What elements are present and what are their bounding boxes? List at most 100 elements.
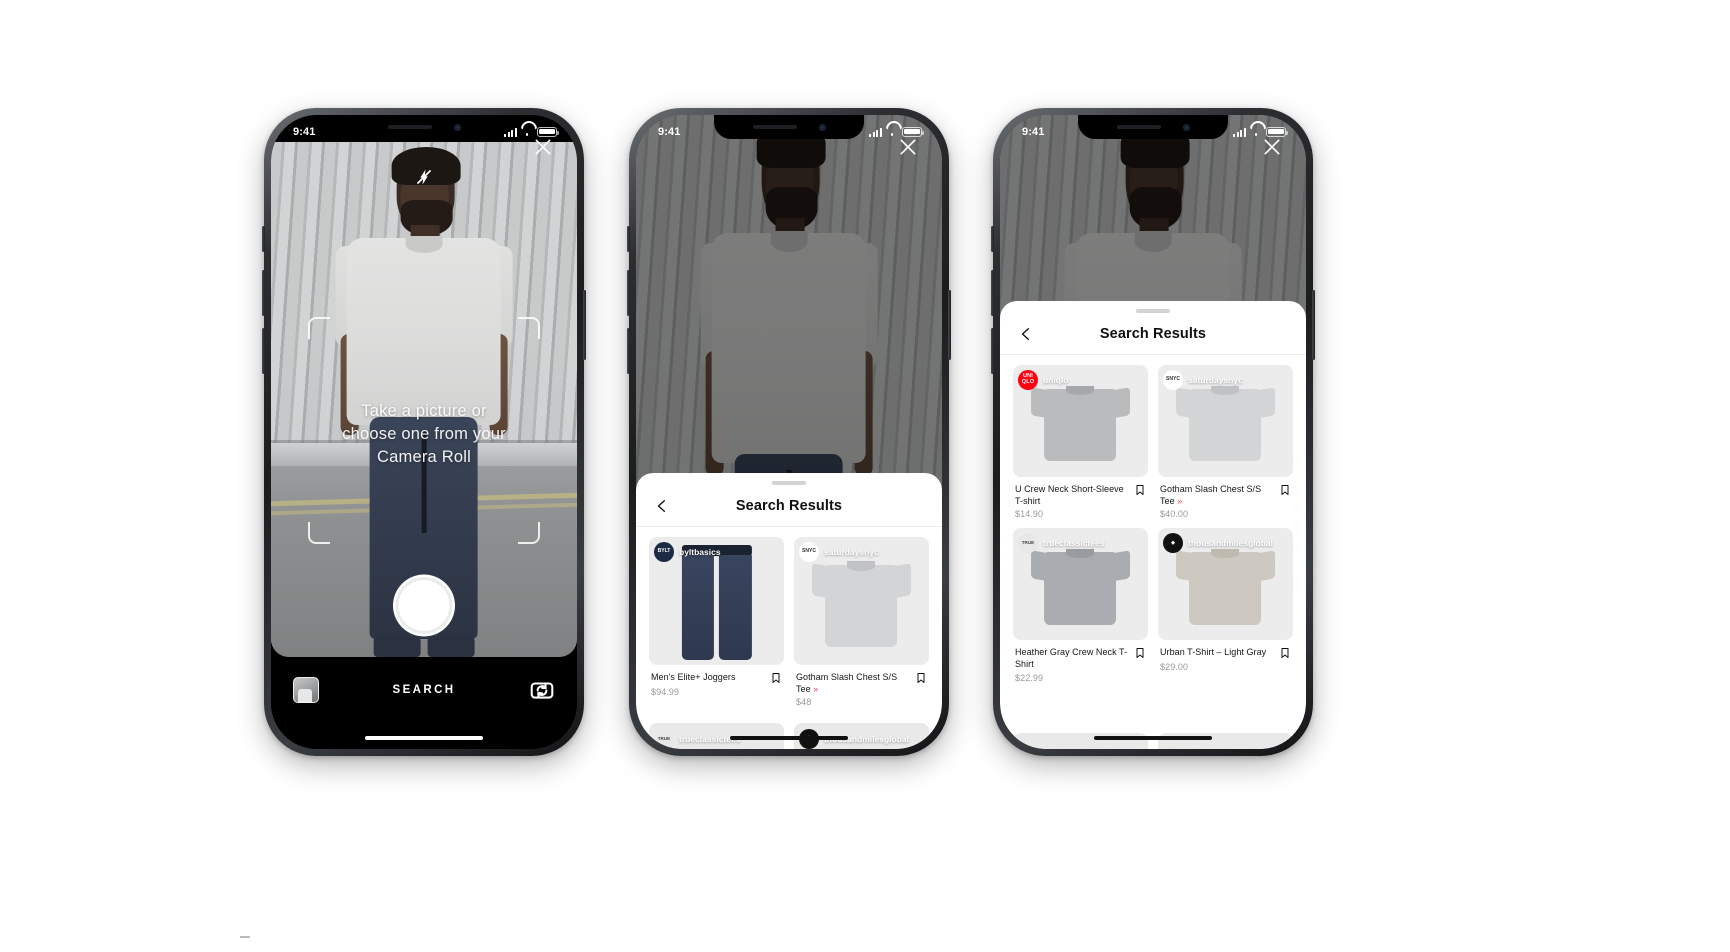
wifi-icon	[1250, 128, 1262, 137]
phone-mockup-results-half: Search Results BYLT byltbasics Men's Eli…	[627, 108, 951, 756]
front-camera	[818, 123, 826, 131]
product-image[interactable]: TRUE trueclassictees	[1013, 528, 1148, 641]
product-image[interactable]: UNI QLO uniqlo	[1013, 365, 1148, 477]
flash-icon[interactable]	[411, 164, 437, 190]
product-image[interactable]: BYLT byltbasics	[649, 537, 784, 665]
product-silhouette	[1030, 383, 1131, 462]
cellular-signal-icon	[1232, 127, 1246, 137]
product-price: $40.00	[1160, 509, 1189, 520]
volume-down-button[interactable]	[627, 328, 630, 374]
product-title-text: Gotham Slash Chest S/S Tee	[796, 672, 898, 695]
product-meta: Urban T-Shirt – Light Gray	[1158, 640, 1293, 660]
brand-badge[interactable]: SNYC saturdaysnyc	[1163, 370, 1243, 390]
gallery-thumbnail-icon[interactable]	[293, 677, 319, 703]
product-meta: Gotham Slash Chest S/S Tee »	[794, 665, 929, 695]
brand-badge[interactable]: ◈ thousandmilesglobal	[1163, 533, 1274, 554]
sheet-header: Search Results	[636, 485, 942, 527]
product-image[interactable]: SNYC saturdaysnyc	[1158, 365, 1293, 477]
hint-line-3: Camera Roll	[377, 448, 471, 467]
volume-down-button[interactable]	[991, 328, 994, 374]
product-grid[interactable]: BYLT byltbasics Men's Elite+ Joggers $94…	[636, 527, 942, 714]
brand-logo-icon: ◈	[1163, 533, 1183, 554]
status-time: 9:41	[1022, 125, 1045, 138]
brand-badge[interactable]: SNYC saturdaysnyc	[799, 542, 879, 562]
product-price: $48	[796, 697, 812, 708]
volume-up-button[interactable]	[627, 270, 630, 316]
status-time: 9:41	[293, 125, 316, 138]
status-indicators	[1232, 126, 1288, 137]
brand-name: uniqlo	[1043, 375, 1069, 385]
status-indicators	[503, 126, 559, 137]
brand-badge[interactable]: TRUE trueclassictees	[1018, 533, 1104, 554]
shutter-button[interactable]	[398, 580, 450, 631]
brand-logo-icon: TRUE	[654, 729, 674, 749]
product-silhouette	[1030, 546, 1131, 625]
page-title: Search Results	[1099, 325, 1207, 342]
cellular-signal-icon	[503, 127, 517, 137]
wifi-icon	[521, 128, 533, 137]
mute-switch[interactable]	[262, 226, 265, 252]
bookmark-icon[interactable]	[1134, 646, 1146, 660]
product-grid[interactable]: UNI QLO uniqlo U Crew Neck Short-Sleeve …	[1000, 355, 1306, 726]
earpiece-speaker	[1116, 125, 1161, 129]
product-card[interactable]: UNI QLO uniqlo U Crew Neck Short-Sleeve …	[1013, 365, 1148, 519]
device-notch	[1078, 115, 1228, 139]
camera-viewport[interactable]: Take a picture or choose one from your C…	[271, 142, 577, 657]
chevron-badge-icon: »	[813, 684, 818, 695]
home-indicator[interactable]	[1094, 736, 1212, 740]
volume-up-button[interactable]	[262, 270, 265, 316]
product-meta: Men's Elite+ Joggers	[649, 665, 784, 685]
product-card[interactable]: BYLT byltbasics Men's Elite+ Joggers $94…	[649, 537, 784, 707]
product-image[interactable]: ◈ thousandmilesglobal	[1158, 528, 1293, 641]
product-silhouette	[811, 557, 912, 648]
product-title: Heather Gray Crew Neck T-Shirt	[1015, 646, 1129, 670]
brand-badge[interactable]: UNI QLO uniqlo	[1018, 370, 1069, 390]
home-indicator[interactable]	[730, 736, 848, 740]
back-chevron-icon[interactable]	[1016, 324, 1036, 344]
power-button[interactable]	[1312, 290, 1315, 360]
brand-name: thousandmilesglobal	[1188, 538, 1274, 549]
product-card[interactable]: TRUE trueclassictees Heather Gray Crew N…	[1013, 528, 1148, 683]
product-card[interactable]: SNYC saturdaysnyc Gotham Slash Chest S/S…	[794, 537, 929, 707]
product-title: U Crew Neck Short-Sleeve T-shirt	[1015, 483, 1129, 507]
camera-flip-icon[interactable]	[529, 677, 555, 703]
status-time: 9:41	[658, 125, 681, 138]
product-image[interactable]: SNYC saturdaysnyc	[794, 537, 929, 665]
product-title-text: U Crew Neck Short-Sleeve T-shirt	[1015, 484, 1124, 507]
product-price: $94.99	[651, 687, 680, 697]
home-indicator[interactable]	[365, 736, 483, 740]
product-title-text: Heather Gray Crew Neck T-Shirt	[1015, 647, 1128, 670]
search-button[interactable]: SEARCH	[393, 684, 456, 696]
bookmark-icon[interactable]	[1279, 646, 1291, 660]
page-artifact-mark	[240, 936, 250, 938]
brand-badge[interactable]: TRUE trueclassictees	[654, 729, 740, 749]
volume-up-button[interactable]	[991, 270, 994, 316]
search-results-sheet[interactable]: Search Results UNI QLO uniqlo U Crew Nec…	[1000, 301, 1306, 749]
product-card[interactable]: SNYC saturdaysnyc Gotham Slash Chest S/S…	[1158, 365, 1293, 519]
search-results-sheet[interactable]: Search Results BYLT byltbasics Men's Eli…	[636, 473, 942, 749]
product-meta: Heather Gray Crew Neck T-Shirt	[1013, 640, 1148, 670]
bookmark-icon[interactable]	[770, 671, 782, 685]
status-indicators	[868, 126, 924, 137]
bookmark-icon[interactable]	[1279, 483, 1291, 497]
mute-switch[interactable]	[991, 226, 994, 252]
earpiece-speaker	[752, 125, 797, 129]
phone3-screen: Search Results UNI QLO uniqlo U Crew Nec…	[1000, 115, 1306, 749]
bookmark-icon[interactable]	[915, 671, 927, 685]
back-chevron-icon[interactable]	[652, 496, 672, 516]
product-title-text: Urban T-Shirt – Light Gray	[1160, 647, 1267, 658]
product-silhouette	[1175, 546, 1276, 625]
mute-switch[interactable]	[627, 226, 630, 252]
power-button[interactable]	[583, 290, 586, 360]
brand-logo-icon: TRUE	[1018, 533, 1038, 554]
product-card[interactable]: ◈ thousandmilesglobal Urban T-Shirt – Li…	[1158, 528, 1293, 682]
product-meta: U Crew Neck Short-Sleeve T-shirt	[1013, 477, 1148, 507]
brand-badge[interactable]: BYLT byltbasics	[654, 542, 721, 562]
product-meta: Gotham Slash Chest S/S Tee »	[1158, 477, 1293, 507]
power-button[interactable]	[948, 290, 951, 360]
phone-mockup-camera: Take a picture or choose one from your C…	[262, 108, 586, 756]
product-title-text: Men's Elite+ Joggers	[651, 672, 736, 682]
product-title: Men's Elite+ Joggers	[651, 671, 736, 683]
bookmark-icon[interactable]	[1134, 483, 1146, 497]
volume-down-button[interactable]	[262, 328, 265, 374]
